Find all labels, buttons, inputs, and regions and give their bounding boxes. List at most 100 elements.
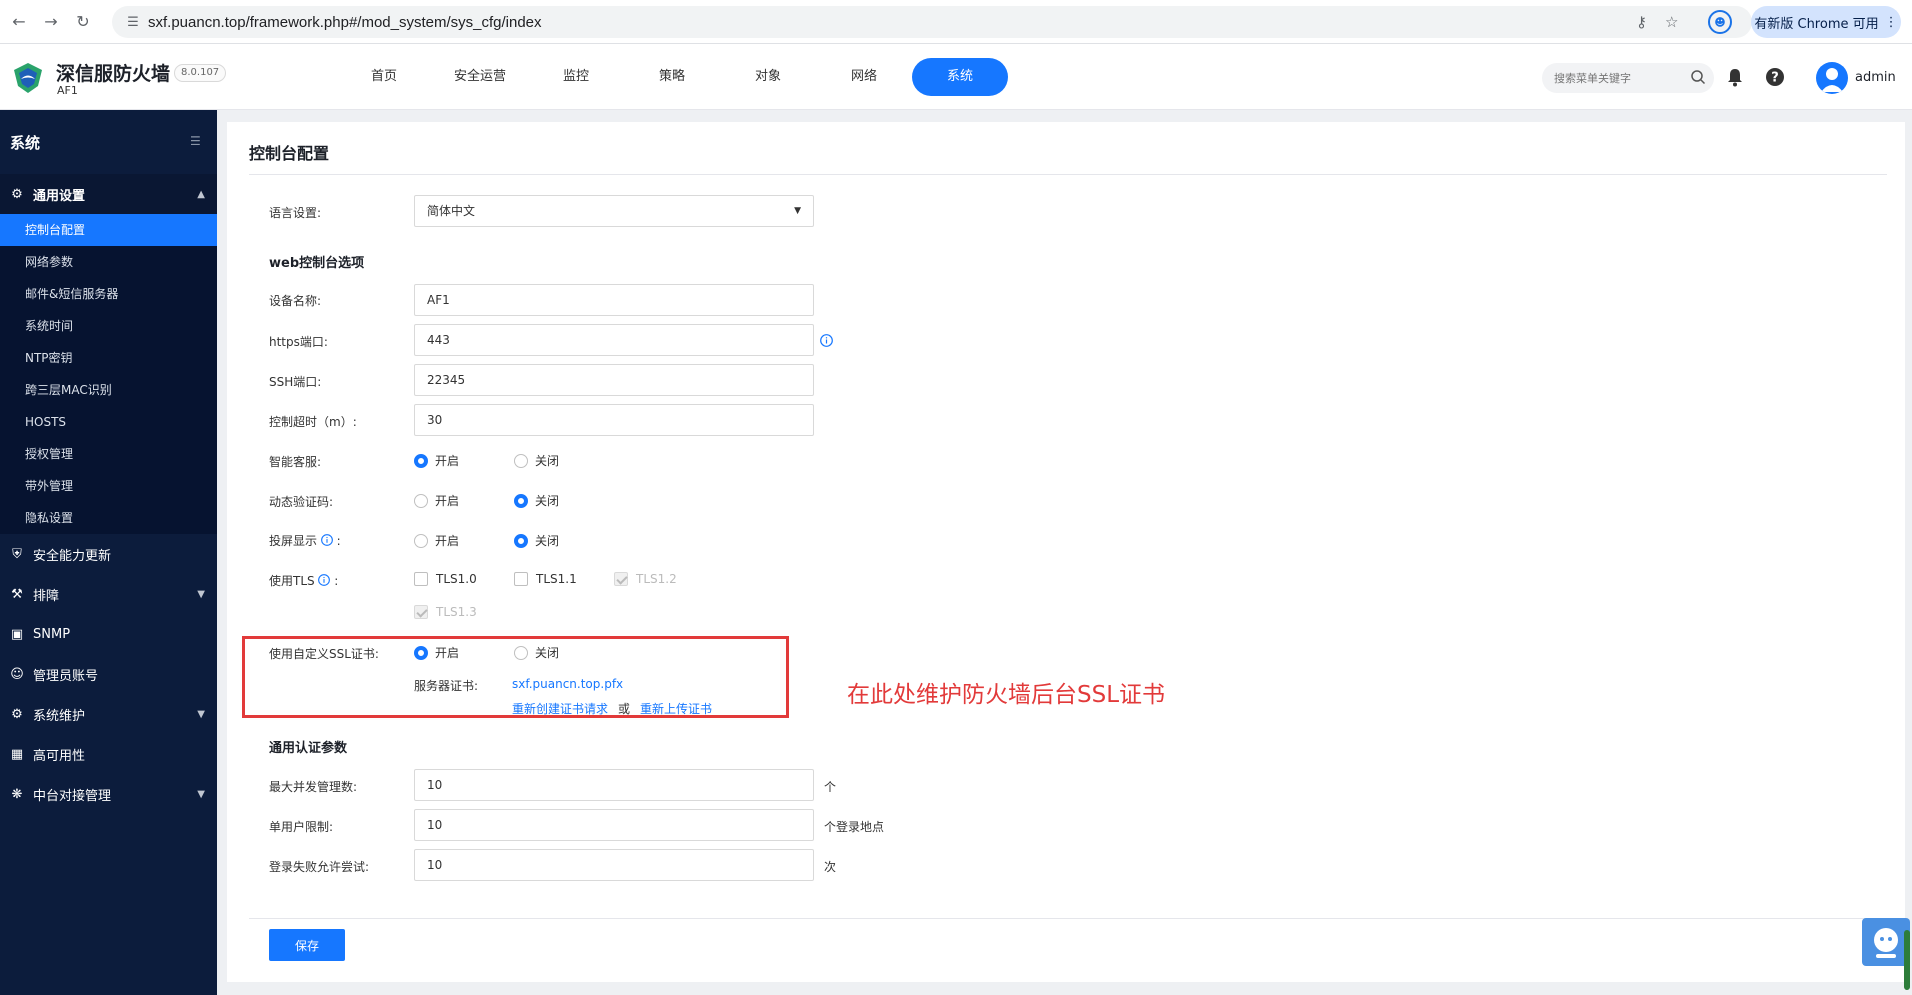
label-colon: : <box>336 534 341 548</box>
sidebar-item-l3-mac[interactable]: 跨三层MAC识别 <box>0 374 217 406</box>
single-user-input[interactable] <box>414 809 814 841</box>
screen-cast-on-radio[interactable]: 开启 <box>414 532 459 549</box>
chrome-update-button[interactable]: 有新版 Chrome 可用 ⋮ <box>1751 6 1901 38</box>
recreate-cert-request-link[interactable]: 重新创建证书请求 <box>512 700 608 717</box>
ssh-port-label: SSH端口: <box>269 375 322 389</box>
sidebar-group-ha[interactable]: ▦ 高可用性 <box>0 734 217 774</box>
sidebar-group-maintenance[interactable]: ⚙ 系统维护 ▼ <box>0 694 217 734</box>
user-name[interactable]: admin <box>1855 70 1896 85</box>
language-select[interactable]: 简体中文 ▼ <box>414 195 814 227</box>
label-text: 投屏显示 <box>269 534 318 548</box>
annotation-text: 在此处维护防火墙后台SSL证书 <box>847 682 1166 708</box>
tls11-checkbox[interactable]: TLS1.1 <box>514 572 577 586</box>
screen-cast-off-radio[interactable]: 关闭 <box>514 532 559 549</box>
timeout-input[interactable] <box>414 404 814 436</box>
radio-label: 开启 <box>435 534 460 548</box>
captcha-off-radio[interactable]: 关闭 <box>514 492 559 509</box>
snmp-icon: ▣ <box>10 626 24 642</box>
tls-label: 使用TLS : <box>269 572 338 589</box>
sidebar-item-privacy[interactable]: 隐私设置 <box>0 502 217 534</box>
login-fail-input[interactable] <box>414 849 814 881</box>
device-name: AF1 <box>57 84 78 97</box>
checkbox-label: TLS1.2 <box>636 572 677 586</box>
nav-policy[interactable]: 策略 <box>624 58 720 96</box>
smart-service-off-radio[interactable]: 关闭 <box>514 452 559 469</box>
https-port-input[interactable] <box>414 324 814 356</box>
avatar[interactable] <box>1816 62 1848 94</box>
sidebar-item-console-config[interactable]: 控制台配置 <box>0 214 217 246</box>
user-icon: ☺ <box>10 666 24 682</box>
back-icon[interactable]: ← <box>6 9 32 35</box>
smart-service-on-radio[interactable]: 开启 <box>414 452 459 469</box>
menu-search-input[interactable] <box>1554 71 1684 85</box>
custom-ssl-on-radio[interactable]: 开启 <box>414 644 459 661</box>
chevron-down-icon: ▼ <box>197 788 205 800</box>
chart-icon: ▦ <box>10 746 24 762</box>
radio-label: 关闭 <box>535 646 560 660</box>
captcha-on-radio[interactable]: 开启 <box>414 492 459 509</box>
scrollbar-thumb[interactable] <box>1904 930 1910 990</box>
save-button[interactable]: 保存 <box>269 929 345 961</box>
nav-security-ops[interactable]: 安全运营 <box>432 58 528 96</box>
info-icon[interactable] <box>820 334 833 347</box>
info-icon[interactable] <box>320 534 333 546</box>
single-user-label: 单用户限制: <box>269 820 334 834</box>
help-icon[interactable]: ? <box>1765 67 1785 87</box>
reupload-cert-link[interactable]: 重新上传证书 <box>640 700 712 717</box>
ssh-port-input[interactable] <box>414 364 814 396</box>
device-name-input[interactable] <box>414 284 814 316</box>
reload-icon[interactable]: ↻ <box>70 9 96 35</box>
assistant-float-icon[interactable] <box>1862 918 1910 966</box>
sidebar-group-troubleshoot[interactable]: ⚒ 排障 ▼ <box>0 574 217 614</box>
nav-object[interactable]: 对象 <box>720 58 816 96</box>
checkbox-box <box>414 572 428 586</box>
login-fail-unit: 次 <box>824 860 837 874</box>
screen-cast-label: 投屏显示 : <box>269 532 341 549</box>
sidebar-item-license[interactable]: 授权管理 <box>0 438 217 470</box>
max-concurrent-input[interactable] <box>414 769 814 801</box>
chevron-up-icon: ▲ <box>197 188 205 200</box>
sidebar-group-security-update[interactable]: ⛨ 安全能力更新 <box>0 534 217 574</box>
nav-monitor[interactable]: 监控 <box>528 58 624 96</box>
timeout-label: 控制超时（m）: <box>269 415 357 429</box>
language-label: 语言设置: <box>269 206 322 220</box>
radio-label: 开启 <box>435 494 460 508</box>
url-text: sxf.puancn.top/framework.php#/mod_system… <box>148 13 542 31</box>
sidebar-item-ntp-key[interactable]: NTP密钥 <box>0 342 217 374</box>
network-icon: ❋ <box>11 786 23 802</box>
sidebar-group-label: 中台对接管理 <box>33 788 112 804</box>
custom-ssl-off-radio[interactable]: 关闭 <box>514 644 559 661</box>
sidebar-item-hosts[interactable]: HOSTS <box>0 406 217 438</box>
sidebar-group-snmp[interactable]: ▣ SNMP <box>0 614 217 654</box>
nav-home[interactable]: 首页 <box>336 58 432 96</box>
key-icon[interactable]: ⚷ <box>1636 13 1647 31</box>
sidebar-collapse-icon[interactable]: ☰ <box>190 134 201 148</box>
sidebar-group-general[interactable]: ⚙ 通用设置 ▲ <box>0 174 217 214</box>
sidebar-item-system-time[interactable]: 系统时间 <box>0 310 217 342</box>
site-settings-icon[interactable]: ☰ <box>118 15 148 30</box>
server-cert-file-link[interactable]: sxf.puancn.top.pfx <box>512 677 623 691</box>
sidebar-group-label: 管理员账号 <box>33 668 99 684</box>
nav-network[interactable]: 网络 <box>816 58 912 96</box>
sidebar-item-network-params[interactable]: 网络参数 <box>0 246 217 278</box>
sidebar-item-mail-sms[interactable]: 邮件&短信服务器 <box>0 278 217 310</box>
search-icon[interactable] <box>1690 69 1706 85</box>
sidebar-item-oob[interactable]: 带外管理 <box>0 470 217 502</box>
tls10-checkbox[interactable]: TLS1.0 <box>414 572 477 586</box>
bookmark-star-icon[interactable]: ☆ <box>1665 13 1678 31</box>
main-content: 控制台配置 语言设置: 简体中文 ▼ web控制台选项 设备名称: https端… <box>227 122 1905 982</box>
radio-dot <box>414 453 428 468</box>
checkbox-label: TLS1.3 <box>436 605 477 619</box>
nav-system[interactable]: 系统 <box>912 58 1008 96</box>
sidebar-group-admin-account[interactable]: ☺ 管理员账号 <box>0 654 217 694</box>
smart-service-label: 智能客服: <box>269 455 322 469</box>
chevron-down-icon: ▼ <box>197 708 205 720</box>
sidebar: 系统 ☰ ⚙ 通用设置 ▲ 控制台配置 网络参数 邮件&短信服务器 系统时间 N… <box>0 110 217 995</box>
address-bar[interactable]: ☰ sxf.puancn.top/framework.php#/mod_syst… <box>112 6 1752 38</box>
bell-icon[interactable] <box>1725 67 1745 87</box>
sidebar-group-label: 排障 <box>33 588 60 604</box>
info-icon[interactable] <box>318 574 331 586</box>
profile-icon[interactable]: ☻ <box>1708 10 1732 34</box>
sidebar-group-platform[interactable]: ❋ 中台对接管理 ▼ <box>0 774 217 814</box>
forward-icon[interactable]: → <box>38 9 64 35</box>
